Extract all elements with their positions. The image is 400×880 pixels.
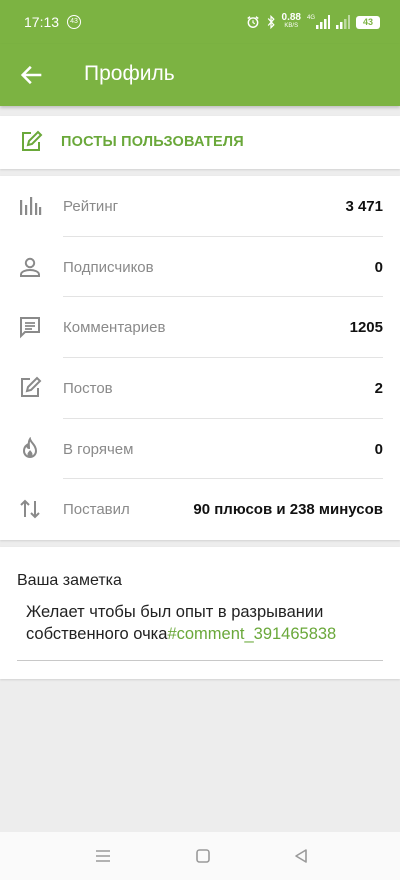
stat-label: Поставил: [63, 501, 130, 519]
stat-row-subscribers: Подписчиков 0: [0, 237, 400, 298]
user-posts-button[interactable]: ПОСТЫ ПОЛЬЗОВАТЕЛЯ: [0, 116, 400, 169]
stat-value: 0: [374, 440, 383, 458]
stat-row-votes: Поставил 90 плюсов и 238 минусов: [0, 479, 400, 540]
stat-row-hot: В горячем 0: [0, 419, 400, 480]
bar-chart-icon: [20, 197, 42, 215]
note-underline: [17, 660, 383, 661]
profile-stats: Рейтинг 3 471 Подписчиков 0 Комментариев…: [0, 176, 400, 540]
user-posts-label: ПОСТЫ ПОЛЬЗОВАТЕЛЯ: [61, 134, 244, 150]
network-type: 4G: [306, 15, 315, 21]
net-speed-unit: KB/S: [284, 23, 299, 29]
stat-label: В горячем: [63, 440, 134, 458]
alarm-icon: [246, 16, 259, 28]
person-icon: [20, 257, 40, 277]
edit-square-icon: [22, 130, 43, 151]
notification-badge: 43: [67, 15, 81, 29]
note-comment-link[interactable]: #comment_391465838: [167, 625, 336, 643]
stat-value: 2: [374, 380, 383, 398]
stat-row-comments: Комментариев 1205: [0, 297, 400, 359]
net-speed: 0.88 KB/S: [282, 13, 301, 31]
note-input[interactable]: Желает чтобы был опыт в разрывании собст…: [26, 601, 386, 645]
stat-label: Постов: [63, 380, 113, 398]
note-title: Ваша заметка: [17, 572, 122, 589]
signal-icon: 4G: [307, 15, 330, 29]
signal-icon-2: [336, 15, 350, 29]
stat-value: 0: [374, 258, 383, 276]
swap-vertical-icon: [20, 500, 40, 519]
menu-icon[interactable]: [93, 846, 113, 866]
battery-icon: 43: [356, 15, 380, 29]
user-note: Ваша заметка Желает чтобы был опыт в раз…: [0, 547, 400, 679]
stat-label: Подписчиков: [63, 258, 154, 276]
status-time: 17:13: [24, 14, 60, 30]
app-bar: Профиль: [0, 44, 400, 106]
stat-label: Рейтинг: [63, 198, 119, 215]
edit-square-icon: [21, 376, 42, 398]
page-title: Профиль: [84, 62, 175, 85]
comment-icon: [20, 317, 40, 339]
arrow-left-icon[interactable]: [18, 61, 46, 89]
status-icons: 0.88 KB/S 4G 43: [246, 13, 380, 31]
flame-icon: [22, 436, 38, 458]
system-nav-bar: [0, 832, 400, 880]
stat-value: 3 471: [345, 198, 383, 215]
stat-value: 90 плюсов и 238 минусов: [193, 501, 383, 519]
stat-row-rating: Рейтинг 3 471: [0, 176, 400, 237]
stat-value: 1205: [349, 319, 383, 337]
back-triangle-icon[interactable]: [291, 846, 311, 866]
stat-row-posts: Постов 2: [0, 358, 400, 419]
status-bar: 17:13 43 0.88 KB/S 4G 43: [0, 0, 400, 44]
stat-label: Комментариев: [63, 319, 166, 337]
bluetooth-icon: [267, 15, 275, 29]
home-square-icon[interactable]: [193, 846, 213, 866]
